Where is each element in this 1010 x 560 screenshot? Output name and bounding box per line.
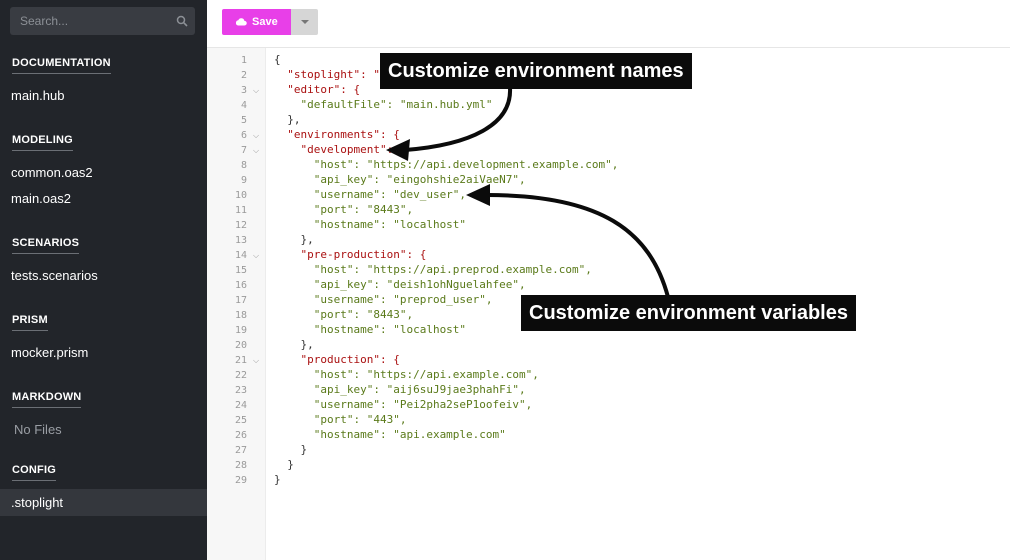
line-number: 5 [240,115,247,126]
code-line[interactable]: "hostname": "localhost" [274,323,466,336]
line-number: 2 [240,70,247,81]
fold-toggle-icon[interactable]: ⌵ [253,251,259,261]
search-input[interactable]: Search... [10,7,195,35]
sidebar: Search... DOCUMENTATION main.hub MODELIN… [0,0,207,560]
line-number: 22 [234,370,247,381]
toolbar: Save [207,0,1010,48]
line-number: 15 [234,265,247,276]
code-line[interactable]: } [274,458,294,471]
line-number: 4 [240,100,247,111]
line-number: 12 [234,220,247,231]
line-number: 10 [234,190,247,201]
section-title-documentation: DOCUMENTATION [12,57,111,74]
code-line[interactable]: "development": { [274,143,406,156]
section-title-scenarios: SCENARIOS [12,237,80,254]
line-number-gutter: 1 2 3 ⌵ 4 5 6 ⌵ 7 ⌵ 8 9 10 11 12 13 14 ⌵… [207,48,266,560]
sidebar-item-tests-scenarios[interactable]: tests.scenarios [11,268,98,283]
code-line[interactable]: "username": "preprod_user", [274,293,493,306]
code-line[interactable]: }, [274,338,313,351]
sidebar-item-main-oas2[interactable]: main.oas2 [11,191,71,206]
sidebar-item-stoplight[interactable]: .stoplight [11,495,63,510]
line-number: 29 [234,475,247,486]
code-line[interactable]: "environments": { [274,128,400,141]
code-line[interactable]: "api_key": "eingohshie2aiVaeN7", [274,173,526,186]
fold-toggle-icon[interactable]: ⌵ [253,146,259,156]
line-number: 26 [234,430,247,441]
line-number: 16 [234,280,247,291]
code-line[interactable]: "port": "443", [274,413,407,426]
code-line[interactable]: "host": "https://api.preprod.example.com… [274,263,592,276]
code-line[interactable]: } [274,443,307,456]
callout-environment-names: Customize environment names [380,53,692,89]
line-number: 7 [240,145,247,156]
code-line[interactable]: } [274,473,281,486]
line-number: 3 [240,85,247,96]
line-number: 18 [234,310,247,321]
section-title-markdown: MARKDOWN [12,391,82,408]
line-number: 14 [234,250,247,261]
code-line[interactable]: "host": "https://api.example.com", [274,368,539,381]
save-button[interactable]: Save [222,9,291,35]
line-number: 21 [234,355,247,366]
line-number: 27 [234,445,247,456]
search-placeholder: Search... [20,14,69,28]
section-title-prism: PRISM [12,314,48,331]
line-number: 20 [234,340,247,351]
line-number: 8 [240,160,247,171]
line-number: 24 [234,400,247,411]
code-line[interactable]: "username": "dev_user", [274,188,466,201]
line-number: 11 [234,205,247,216]
line-number: 1 [240,55,247,66]
section-title-config: CONFIG [12,464,56,481]
line-number: 9 [240,175,247,186]
code-line[interactable]: "production": { [274,353,399,366]
code-line[interactable]: "stoplight": " [274,68,380,81]
code-line[interactable]: "hostname": "api.example.com" [274,428,506,441]
arrow-head-variables [466,184,490,206]
fold-toggle-icon[interactable]: ⌵ [253,131,259,141]
code-line[interactable]: "hostname": "localhost" [274,218,466,231]
callout-environment-variables: Customize environment variables [521,295,856,331]
sidebar-item-common-oas2[interactable]: common.oas2 [11,165,93,180]
save-label: Save [252,16,278,28]
code-line[interactable]: "host": "https://api.development.example… [274,158,619,171]
chevron-down-icon [301,20,309,24]
line-number: 25 [234,415,247,426]
line-number: 28 [234,460,247,471]
code-line[interactable]: }, [274,113,300,126]
sidebar-item-mocker-prism[interactable]: mocker.prism [11,345,88,360]
section-title-modeling: MODELING [12,134,73,151]
fold-toggle-icon[interactable]: ⌵ [253,86,259,96]
line-number: 13 [234,235,247,246]
search-icon [176,15,188,27]
code-line[interactable]: "port": "8443", [274,308,413,321]
code-line[interactable]: { [274,53,281,66]
code-line[interactable]: "pre-production": { [274,248,426,261]
code-line[interactable]: "username": "Pei2pha2seP1oofeiv", [274,398,533,411]
fold-toggle-icon[interactable]: ⌵ [253,356,259,366]
line-number: 6 [240,130,247,141]
line-number: 23 [234,385,247,396]
code-line[interactable]: "api_key": "deish1ohNguelahfee", [274,278,526,291]
code-line[interactable]: "api_key": "aij6suJ9jae3phahFi", [274,383,526,396]
code-line[interactable]: }, [274,233,313,246]
line-number: 19 [234,325,247,336]
line-number: 17 [234,295,247,306]
sidebar-empty-note: No Files [14,422,62,437]
save-options-dropdown[interactable] [291,9,318,35]
code-line[interactable]: "port": "8443", [274,203,413,216]
code-line[interactable]: "editor": { [274,83,360,96]
sidebar-item-main-hub[interactable]: main.hub [11,88,64,103]
code-line[interactable]: "defaultFile": "main.hub.yml" [274,98,492,111]
cloud-icon [235,18,247,26]
